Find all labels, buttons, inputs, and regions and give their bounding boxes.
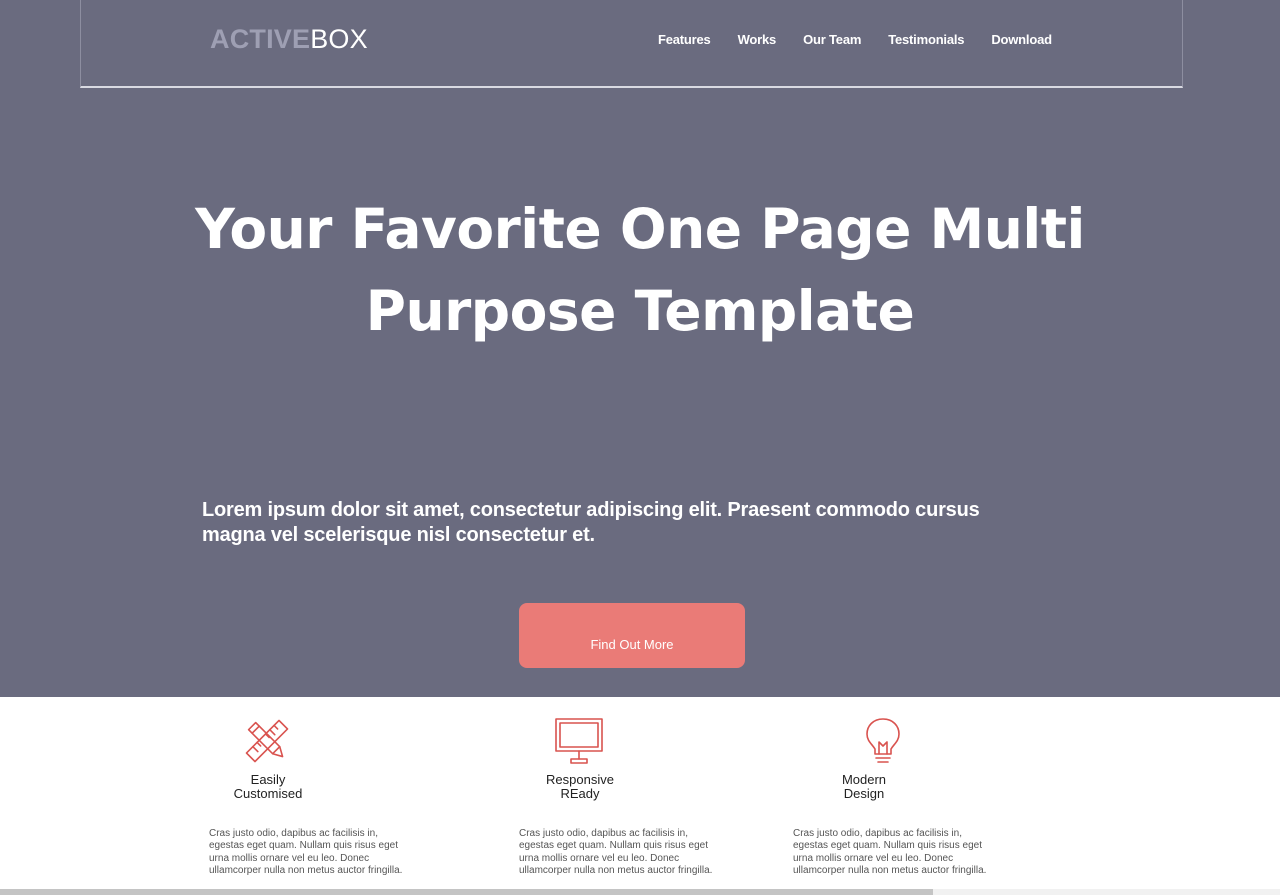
feature-description: Cras justo odio, dapibus ac facilisis in…	[519, 828, 713, 876]
nav-link-testimonials[interactable]: Testimonials	[888, 32, 964, 47]
feature-title-line2: Design	[843, 786, 885, 801]
feature-description: Cras justo odio, dapibus ac facilisis in…	[209, 828, 403, 876]
pencil-ruler-icon	[245, 719, 289, 763]
hero-headline-line1: Your Favorite One Page Multi	[195, 197, 1085, 261]
horizontal-scrollbar-thumb[interactable]	[0, 889, 933, 895]
lightbulb-icon	[866, 718, 900, 763]
hero-lead-text: Lorem ipsum dolor sit amet, consectetur …	[202, 499, 980, 546]
site-logo[interactable]: ACTIVEBOX	[210, 24, 368, 54]
feature-title-line1: Modern	[841, 772, 887, 787]
nav-link-features[interactable]: Features	[658, 32, 711, 47]
hero-section: ACTIVEBOX Features Works Our Team Testim…	[0, 0, 1280, 697]
nav-link-our-team[interactable]: Our Team	[803, 32, 861, 47]
feature-title-line2: REady	[560, 786, 600, 801]
logo-bold-text: ACTIVE	[210, 24, 311, 54]
feature-title: Easily Customised	[208, 773, 328, 801]
find-out-more-button[interactable]: Find Out More	[519, 603, 745, 668]
nav-link-download[interactable]: Download	[991, 32, 1052, 47]
hero-headline: Your Favorite One Page Multi Purpose Tem…	[140, 188, 1140, 352]
feature-title-line2: Customised	[233, 786, 303, 801]
feature-title: Modern Design	[804, 773, 924, 801]
hero-headline-line2: Purpose Template	[365, 279, 915, 343]
feature-description: Cras justo odio, dapibus ac facilisis in…	[793, 828, 987, 876]
monitor-icon	[555, 718, 603, 764]
feature-title: Responsive REady	[520, 773, 640, 801]
main-nav: Features Works Our Team Testimonials Dow…	[658, 32, 1079, 47]
nav-link-works[interactable]: Works	[738, 32, 777, 47]
feature-title-line1: Easily	[250, 772, 286, 787]
feature-title-line1: Responsive	[546, 772, 614, 787]
logo-light-text: BOX	[310, 24, 368, 54]
